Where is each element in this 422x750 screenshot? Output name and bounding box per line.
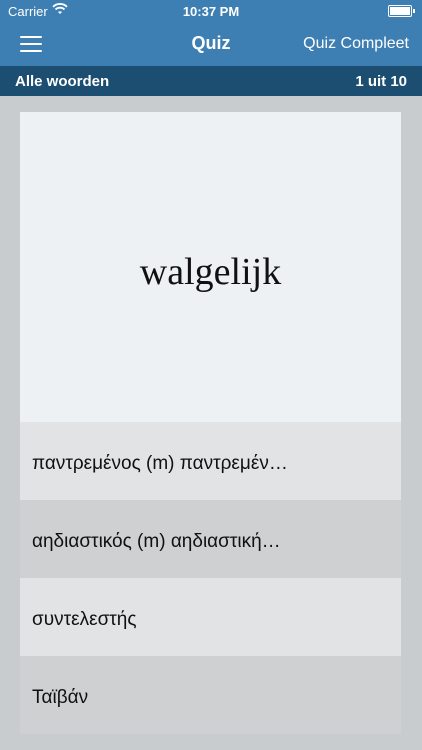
- answer-option-4[interactable]: Ταϊβάν: [20, 656, 401, 734]
- answer-option-2[interactable]: αηδιαστικός (m) αηδιαστική…: [20, 500, 401, 578]
- question-card: walgelijk: [20, 112, 401, 422]
- nav-bar: Quiz Quiz Compleet: [0, 22, 422, 66]
- status-time: 10:37 PM: [182, 4, 240, 19]
- answer-option-3[interactable]: συντελεστής: [20, 578, 401, 656]
- question-word: walgelijk: [139, 251, 282, 293]
- quiz-complete-button[interactable]: Quiz Compleet: [303, 35, 409, 53]
- battery-icon: [388, 5, 415, 17]
- category-label: Alle woorden: [15, 73, 110, 90]
- status-bar: Carrier 10:37 PM: [0, 0, 422, 22]
- quiz-subheader: Alle woorden 1 uit 10: [0, 66, 422, 96]
- progress-counter: 1 uit 10: [355, 73, 407, 90]
- answer-option-1[interactable]: παντρεμένος (m) παντρεμέν…: [20, 422, 401, 500]
